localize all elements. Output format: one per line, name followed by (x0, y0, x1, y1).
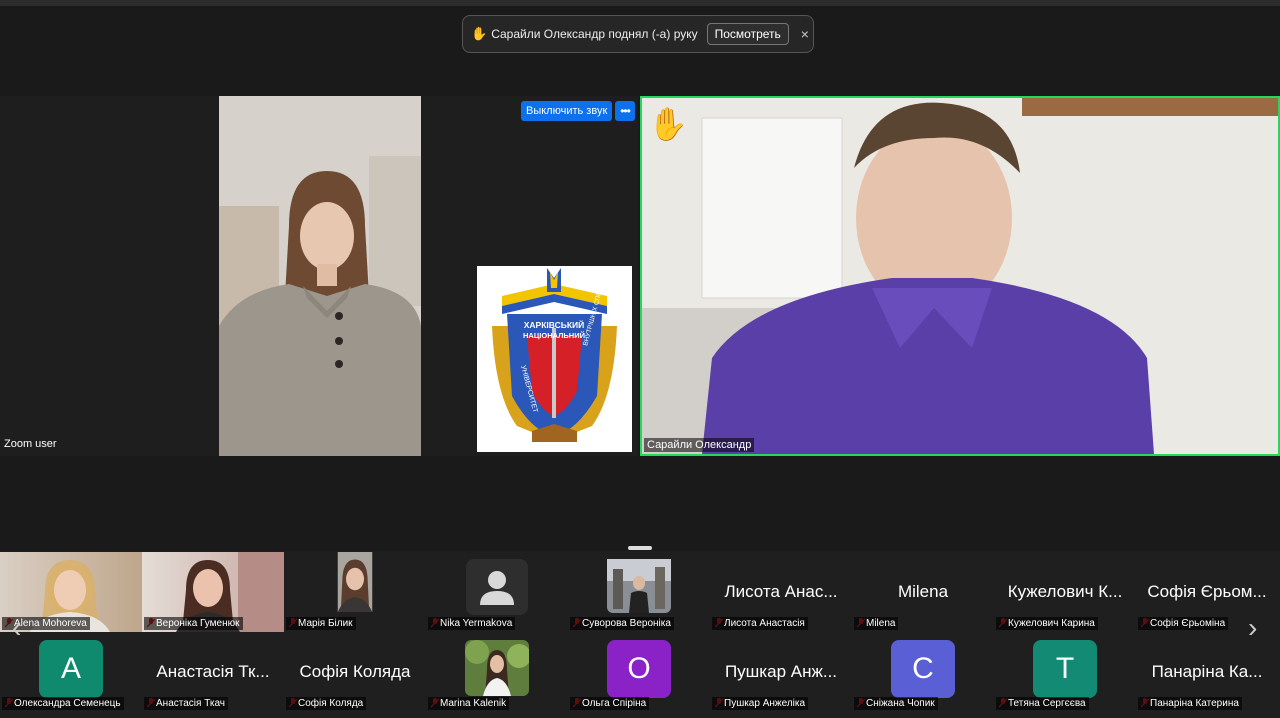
window-top-bar (0, 0, 1280, 6)
gallery-tile[interactable]: O Ольга Спіріна (568, 632, 710, 712)
more-options-icon[interactable]: ••• (615, 101, 635, 121)
woman-video-frame (219, 96, 421, 456)
gallery-tile[interactable]: T Тетяна Сергєєва (994, 632, 1136, 712)
tile-name: Суворова Вероніка (570, 617, 674, 630)
tile-name: Софія Коляда (286, 697, 367, 710)
participant-video-woman (219, 96, 421, 456)
gallery-tile[interactable]: Суворова Вероніка (568, 552, 710, 632)
close-icon[interactable]: × (801, 26, 809, 42)
tile-display-name: Лисота Анас... (724, 582, 838, 601)
default-avatar-icon (466, 559, 528, 615)
video-thumbnail (337, 552, 373, 612)
chevron-left-icon[interactable]: ‹ (12, 612, 21, 644)
gallery-tile[interactable]: Софія Коляда Софія Коляда (284, 632, 426, 712)
tile-name: Марія Білик (286, 617, 356, 630)
gallery-tile[interactable]: Milena Milena (852, 552, 994, 632)
avatar-letter: T (1033, 640, 1097, 698)
view-button[interactable]: Посмотреть (706, 23, 789, 45)
gallery-tile[interactable]: Панаріна Ка... Панаріна Катерина (1136, 632, 1278, 712)
gallery-tile[interactable]: Марія Білик (284, 552, 426, 632)
gallery-tile[interactable]: Вероніка Гуменюк (142, 552, 284, 632)
tile-name: Nika Yermakova (428, 617, 516, 630)
tile-name: Кужелович Карина (996, 617, 1098, 630)
participant-name-right: Сарайли Олександр (644, 438, 755, 452)
avatar-letter: C (891, 640, 955, 698)
profile-photo (607, 559, 671, 613)
university-emblem: ХАРКІВСЬКИЙ НАЦІОНАЛЬНИЙ УНІВЕРСИТЕТ ВНУ… (477, 266, 632, 452)
tile-name: Marina Kalenik (428, 697, 510, 710)
tile-display-name: Анастасія Тк... (156, 662, 270, 681)
resize-handle[interactable] (628, 546, 652, 550)
tile-name: Лисота Анастасія (712, 617, 808, 630)
tile-display-name: Панаріна Ка... (1151, 662, 1263, 681)
gallery-tile[interactable]: Анастасія Тк... Анастасія Ткач (142, 632, 284, 712)
gallery-tile[interactable]: Лисота Анас... Лисота Анастасія (710, 552, 852, 632)
unmute-button[interactable]: Выключить звук (521, 101, 613, 121)
gallery-tile[interactable]: A Олександра Семенець (0, 632, 142, 712)
notification-message: Сарайли Олександр поднял (-а) руку (491, 27, 698, 41)
raised-hand-icon: ✋ (471, 26, 488, 41)
tile-name: Олександра Семенець (2, 697, 124, 710)
gallery-tile[interactable]: Nika Yermakova (426, 552, 568, 632)
raise-hand-notification: ✋ Сарайли Олександр поднял (-а) руку Пос… (462, 15, 814, 53)
avatar-letter: O (607, 640, 671, 698)
tile-display-name: Пушкар Анж... (724, 662, 838, 681)
tile-display-name: Софія Коляда (299, 662, 411, 681)
tile-name: Тетяна Сергєєва (996, 697, 1089, 710)
tile-name: Milena (854, 617, 899, 630)
tile-name: Ольга Спіріна (570, 697, 650, 710)
logo-text-mid: НАЦІОНАЛЬНИЙ (523, 331, 585, 340)
raised-hand-icon: ✋ (648, 106, 688, 142)
tile-display-name: Кужелович К... (1007, 582, 1123, 601)
logo-text-top: ХАРКІВСЬКИЙ (524, 319, 585, 330)
tile-name: Пушкар Анжеліка (712, 697, 809, 710)
gallery-tile[interactable]: Marina Kalenik (426, 632, 568, 712)
tile-display-name: Софія Єрьом... (1147, 582, 1267, 601)
tile-display-name: Milena (897, 582, 949, 601)
participant-name-left: Zoom user (4, 438, 57, 450)
active-speaker-video[interactable] (640, 96, 1280, 456)
gallery-tile[interactable]: Кужелович К... Кужелович Карина (994, 552, 1136, 632)
university-logo: ХАРКІВСЬКИЙ НАЦІОНАЛЬНИЙ УНІВЕРСИТЕТ ВНУ… (477, 266, 632, 452)
tile-name: Анастасія Ткач (144, 697, 229, 710)
tile-name: Софія Єрьоміна (1138, 617, 1229, 630)
gallery-tile[interactable]: C Сніжана Чопик (852, 632, 994, 712)
speaker-video-frame (642, 98, 1278, 454)
avatar-letter: A (39, 640, 103, 698)
gallery-tile[interactable]: Пушкар Анж... Пушкар Анжеліка (710, 632, 852, 712)
tile-name: Вероніка Гуменюк (144, 617, 243, 630)
chevron-right-icon[interactable]: › (1248, 612, 1257, 644)
tile-name: Сніжана Чопик (854, 697, 938, 710)
profile-photo (465, 640, 529, 696)
tile-name: Панаріна Катерина (1138, 697, 1242, 710)
